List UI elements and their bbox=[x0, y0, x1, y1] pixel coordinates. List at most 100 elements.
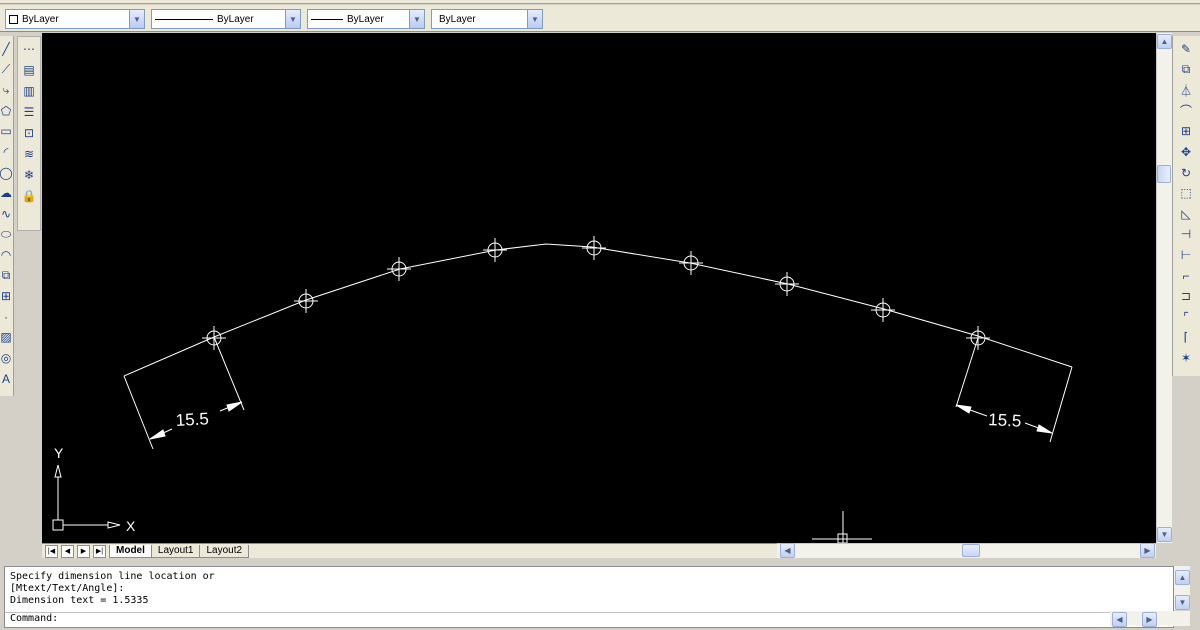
construction-line-icon[interactable]: ⟋ bbox=[0, 61, 15, 79]
ellipse-icon[interactable]: ⬭ bbox=[0, 225, 15, 243]
command-scroll-down-button[interactable]: ▼ bbox=[1175, 595, 1190, 610]
color-control-value: ByLayer bbox=[22, 13, 59, 25]
ellipse-arc-icon[interactable]: ◠ bbox=[0, 246, 15, 264]
command-window[interactable]: Specify dimension line location or [Mtex… bbox=[4, 566, 1174, 628]
design-center-icon[interactable]: ⊡ bbox=[20, 124, 38, 142]
layer-previous-icon[interactable]: ▥ bbox=[20, 82, 38, 100]
dimension-left-text: 15.5 bbox=[175, 409, 209, 430]
menu-strip bbox=[0, 0, 1200, 4]
linetype-control-dropdown[interactable]: ByLayer ▼ bbox=[151, 9, 301, 29]
layer-lock-icon[interactable]: 🔒 bbox=[20, 187, 38, 205]
rectangle-icon[interactable]: ▭ bbox=[0, 122, 15, 140]
array-icon[interactable]: ⊞ bbox=[1177, 122, 1195, 140]
chevron-down-icon[interactable]: ▼ bbox=[527, 10, 542, 28]
circle-icon[interactable]: ◯ bbox=[0, 164, 15, 182]
polygon-icon[interactable]: ⬠ bbox=[0, 102, 15, 120]
break-at-point-icon[interactable]: ⌐ bbox=[1177, 267, 1195, 285]
move-icon[interactable]: ✥ bbox=[1177, 143, 1195, 161]
horizontal-scroll-thumb[interactable] bbox=[962, 544, 980, 557]
region-icon[interactable]: ◎ bbox=[0, 349, 15, 367]
break-icon[interactable]: ⊐ bbox=[1177, 287, 1195, 305]
next-tab-icon[interactable]: ▶ bbox=[77, 544, 90, 558]
point-icon[interactable]: · bbox=[0, 308, 15, 326]
command-scroll-left-button[interactable]: ◀ bbox=[1112, 612, 1127, 627]
prev-tab-icon[interactable]: ◀ bbox=[61, 544, 74, 558]
scroll-right-button[interactable]: ▶ bbox=[1140, 543, 1155, 558]
trim-icon[interactable]: ⊣ bbox=[1177, 225, 1195, 243]
node-marker bbox=[483, 238, 507, 262]
layer-state-icon[interactable]: ☰ bbox=[20, 103, 38, 121]
insert-block-icon[interactable]: ⧉ bbox=[0, 267, 15, 285]
chevron-down-icon[interactable]: ▼ bbox=[285, 10, 300, 28]
chamfer-icon[interactable]: ⌜ bbox=[1177, 308, 1195, 326]
fillet-icon[interactable]: ⌈ bbox=[1177, 328, 1195, 346]
draw-toolbar: ╱ ⟋ ⤷ ⬠ ▭ ◜ ◯ ☁ ∿ ⬭ ◠ ⧉ ⊞ · ▨ ◎ A bbox=[0, 36, 14, 396]
plotstyle-control-dropdown[interactable]: ByLayer ▼ bbox=[431, 9, 543, 29]
plotstyle-control-value: ByLayer bbox=[439, 13, 476, 25]
chevron-down-icon[interactable]: ▼ bbox=[129, 10, 144, 28]
dimension-left[interactable] bbox=[123, 336, 245, 450]
command-history-line: Dimension text = 1.5335 bbox=[10, 595, 149, 606]
lineweight-control-value: ByLayer bbox=[347, 13, 384, 25]
scroll-left-button[interactable]: ◀ bbox=[780, 543, 795, 558]
vertical-scrollbar[interactable] bbox=[1156, 33, 1172, 543]
ucs-icon bbox=[52, 464, 121, 531]
extend-icon[interactable]: ⊢ bbox=[1177, 246, 1195, 264]
arc-polyline[interactable] bbox=[123, 243, 1073, 377]
make-block-icon[interactable]: ⊞ bbox=[0, 287, 15, 305]
ucs-y-label: Y bbox=[54, 445, 64, 461]
linetype-control-value: ByLayer bbox=[217, 13, 254, 25]
match-properties-icon[interactable]: ⋯ bbox=[20, 40, 38, 58]
lineweight-control-dropdown[interactable]: ByLayer ▼ bbox=[307, 9, 425, 29]
scroll-down-button[interactable]: ▼ bbox=[1157, 527, 1172, 542]
layer-properties-icon[interactable]: ▤ bbox=[20, 61, 38, 79]
color-swatch-icon bbox=[9, 14, 18, 24]
explode-icon[interactable]: ✶ bbox=[1177, 349, 1195, 367]
crosshair-cursor bbox=[812, 511, 872, 543]
hatch-icon[interactable]: ▨ bbox=[0, 328, 15, 346]
first-tab-icon[interactable]: |◀ bbox=[45, 544, 58, 558]
layers-icon[interactable]: ≋ bbox=[20, 145, 38, 163]
node-marker bbox=[294, 289, 318, 313]
node-markers bbox=[202, 236, 990, 350]
lineweight-sample bbox=[311, 18, 343, 20]
layout-tab-layout2[interactable]: Layout2 bbox=[199, 544, 250, 558]
drawing-area[interactable]: 15.5 15.5 Y X bbox=[42, 33, 1156, 543]
command-scroll-up-button[interactable]: ▲ bbox=[1175, 570, 1190, 585]
revision-cloud-icon[interactable]: ☁ bbox=[0, 184, 15, 202]
stretch-icon[interactable]: ◺ bbox=[1177, 205, 1195, 223]
erase-icon[interactable]: ✎ bbox=[1177, 40, 1195, 58]
copy-icon[interactable]: ⧉ bbox=[1177, 61, 1195, 79]
modify-toolbar: ✎ ⧉ ⏃ ⌒ ⊞ ✥ ↻ ⬚ ◺ ⊣ ⊢ ⌐ ⊐ ⌜ ⌈ ✶ bbox=[1172, 36, 1200, 376]
node-marker bbox=[679, 251, 703, 275]
command-scroll-right-button[interactable]: ▶ bbox=[1142, 612, 1157, 627]
command-history-line: Specify dimension line location or bbox=[10, 571, 215, 582]
command-input[interactable]: Command: bbox=[5, 612, 1110, 627]
last-tab-icon[interactable]: ▶| bbox=[93, 544, 106, 558]
scale-icon[interactable]: ⬚ bbox=[1177, 184, 1195, 202]
command-history-line: [Mtext/Text/Angle]: bbox=[10, 583, 125, 594]
node-marker bbox=[582, 236, 606, 260]
mirror-icon[interactable]: ⏃ bbox=[1177, 81, 1195, 99]
node-marker bbox=[871, 298, 895, 322]
properties-toolbar: ByLayer ▼ ByLayer ▼ ByLayer ▼ ByLayer ▼ bbox=[0, 5, 1200, 32]
polyline-icon[interactable]: ⤷ bbox=[0, 81, 15, 99]
layer-freeze-icon[interactable]: ❄ bbox=[20, 166, 38, 184]
rotate-icon[interactable]: ↻ bbox=[1177, 164, 1195, 182]
linetype-sample bbox=[155, 18, 213, 20]
spline-icon[interactable]: ∿ bbox=[0, 205, 15, 223]
layout-tab-layout1[interactable]: Layout1 bbox=[150, 544, 201, 558]
offset-icon[interactable]: ⌒ bbox=[1177, 102, 1195, 120]
arc-icon[interactable]: ◜ bbox=[0, 143, 15, 161]
chevron-down-icon[interactable]: ▼ bbox=[409, 10, 424, 28]
color-control-dropdown[interactable]: ByLayer ▼ bbox=[5, 9, 145, 29]
layers-toolbar: ⋯ ▤ ▥ ☰ ⊡ ≋ ❄ 🔒 bbox=[17, 36, 41, 231]
ucs-x-label: X bbox=[126, 518, 136, 534]
dimension-right-text: 15.5 bbox=[988, 410, 1022, 431]
node-marker bbox=[387, 257, 411, 281]
scroll-up-button[interactable]: ▲ bbox=[1157, 34, 1172, 49]
vertical-scroll-thumb[interactable] bbox=[1157, 165, 1171, 183]
line-icon[interactable]: ╱ bbox=[0, 40, 15, 58]
layout-tab-model[interactable]: Model bbox=[109, 544, 152, 558]
mtext-icon[interactable]: A bbox=[0, 370, 15, 388]
